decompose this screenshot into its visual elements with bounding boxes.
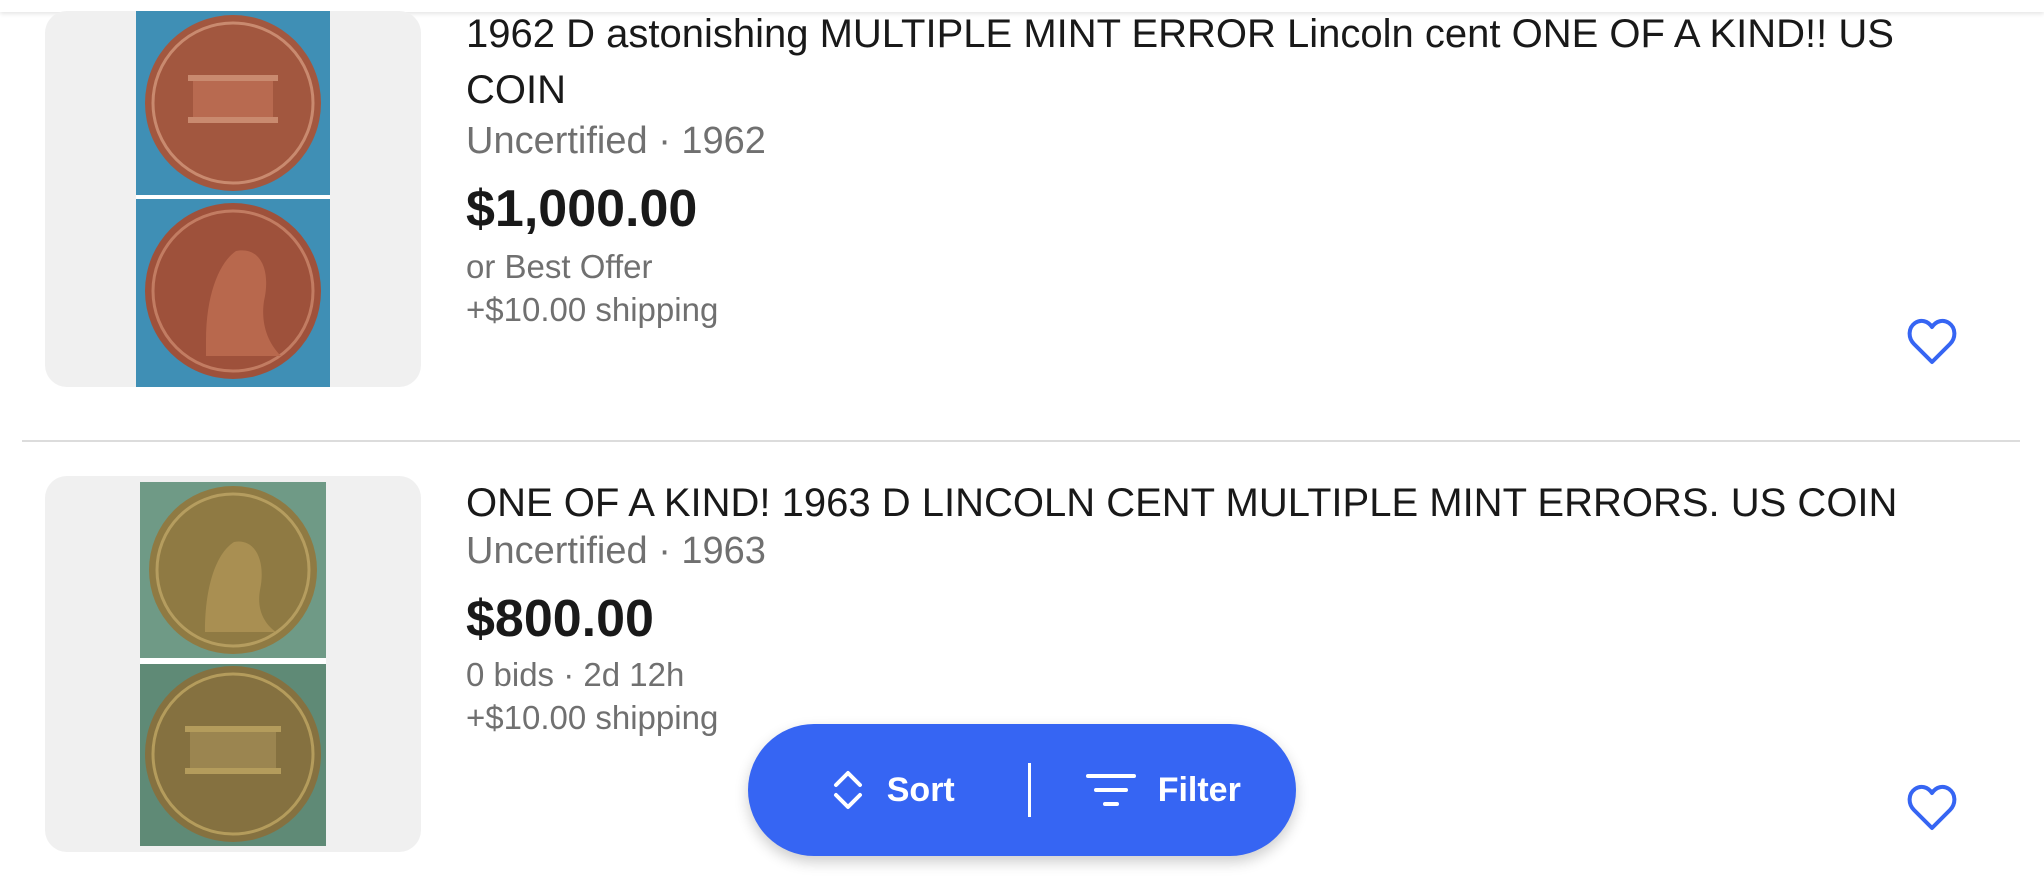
watch-heart-button[interactable] (1906, 784, 1958, 832)
listing-title[interactable]: 1962 D astonishing MULTIPLE MINT ERROR L… (466, 6, 1926, 118)
sort-filter-bar: Sort Filter (748, 724, 1296, 856)
listing-condition-year: Uncertified · 1963 (466, 530, 766, 572)
sort-arrows-icon (831, 768, 865, 812)
sort-label: Sort (886, 770, 955, 809)
listing-price: $1,000.00 (466, 180, 698, 238)
listing-thumbnail[interactable] (45, 11, 421, 387)
filter-lines-icon (1085, 771, 1136, 809)
filter-label: Filter (1157, 770, 1241, 809)
listing-item[interactable]: 1962 D astonishing MULTIPLE MINT ERROR L… (0, 0, 2044, 440)
listing-price: $800.00 (466, 590, 654, 648)
coin-photo (140, 482, 326, 846)
heart-icon (1907, 318, 1957, 364)
watch-heart-button[interactable] (1906, 318, 1958, 366)
filter-button[interactable]: Filter (1031, 724, 1297, 856)
sort-button[interactable]: Sort (748, 724, 1028, 856)
heart-icon (1907, 784, 1957, 830)
listing-bids-time-left: 0 bids · 2d 12h (466, 656, 685, 693)
listing-shipping: +$10.00 shipping (466, 291, 719, 328)
search-results-page: 1962 D astonishing MULTIPLE MINT ERROR L… (0, 0, 2044, 894)
coin-photo (136, 11, 330, 387)
listing-title[interactable]: ONE OF A KIND! 1963 D LINCOLN CENT MULTI… (466, 475, 1926, 531)
listing-condition-year: Uncertified · 1962 (466, 120, 766, 162)
listing-offer-type: or Best Offer (466, 248, 653, 285)
listing-shipping: +$10.00 shipping (466, 699, 719, 736)
listing-thumbnail[interactable] (45, 476, 421, 852)
